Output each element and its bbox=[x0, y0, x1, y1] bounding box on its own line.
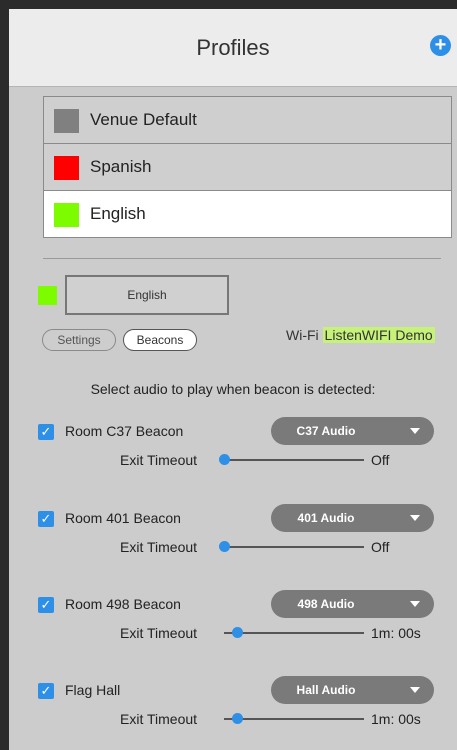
exit-timeout-slider[interactable] bbox=[224, 459, 364, 461]
audio-dropdown-value: C37 Audio bbox=[296, 424, 356, 438]
audio-dropdown[interactable]: C37 Audio bbox=[271, 417, 434, 445]
beacon-name: Room 498 Beacon bbox=[65, 596, 181, 612]
profile-color-swatch bbox=[54, 203, 79, 227]
exit-timeout-slider[interactable] bbox=[224, 632, 364, 634]
divider bbox=[43, 258, 441, 259]
chevron-down-icon bbox=[410, 515, 420, 521]
chevron-down-icon bbox=[410, 428, 420, 434]
exit-timeout-value: 1m: 00s bbox=[371, 711, 421, 727]
beacon-instruction: Select audio to play when beacon is dete… bbox=[90, 381, 376, 397]
profiles-panel: Profiles + Venue Default Spanish English… bbox=[9, 9, 457, 750]
exit-timeout-label: Exit Timeout bbox=[120, 452, 198, 468]
slider-thumb[interactable] bbox=[219, 541, 230, 552]
chevron-down-icon bbox=[410, 687, 420, 693]
exit-timeout-label: Exit Timeout bbox=[120, 539, 198, 555]
wifi-network-name: ListenWIFI Demo bbox=[322, 327, 435, 343]
profile-label: Spanish bbox=[90, 157, 152, 176]
beacon-name: Flag Hall bbox=[65, 682, 121, 698]
chevron-down-icon bbox=[410, 601, 420, 607]
audio-dropdown-value: 498 Audio bbox=[297, 597, 355, 611]
slider-thumb[interactable] bbox=[232, 627, 243, 638]
beacon-row: ✓ Room C37 Beacon C37 Audio Exit Timeout… bbox=[9, 417, 457, 492]
profile-label: Venue Default bbox=[90, 110, 197, 129]
header: Profiles + bbox=[9, 9, 457, 87]
profile-label: English bbox=[90, 204, 146, 223]
page-title: Profiles bbox=[196, 35, 270, 60]
exit-timeout-label: Exit Timeout bbox=[120, 625, 198, 641]
exit-timeout-slider[interactable] bbox=[224, 718, 364, 720]
audio-dropdown-value: Hall Audio bbox=[296, 683, 356, 697]
beacon-row: ✓ Flag Hall Hall Audio Exit Timeout 1m: … bbox=[9, 676, 457, 750]
profile-color-swatch bbox=[54, 156, 79, 180]
current-profile-color-swatch[interactable] bbox=[38, 286, 57, 305]
slider-thumb[interactable] bbox=[219, 454, 230, 465]
beacon-row: ✓ Room 401 Beacon 401 Audio Exit Timeout… bbox=[9, 504, 457, 579]
exit-timeout-value: Off bbox=[371, 539, 390, 555]
wifi-label: Wi-Fi bbox=[286, 327, 319, 343]
beacon-name: Room 401 Beacon bbox=[65, 510, 181, 526]
slider-thumb[interactable] bbox=[232, 713, 243, 724]
tab-settings[interactable]: Settings bbox=[42, 329, 116, 351]
audio-dropdown[interactable]: 498 Audio bbox=[271, 590, 434, 618]
audio-dropdown-value: 401 Audio bbox=[297, 511, 355, 525]
profile-item-spanish[interactable]: Spanish bbox=[44, 144, 451, 191]
exit-timeout-label: Exit Timeout bbox=[120, 711, 198, 727]
beacon-checkbox[interactable]: ✓ bbox=[38, 424, 54, 440]
profile-item-venue-default[interactable]: Venue Default bbox=[44, 97, 451, 144]
profile-color-swatch bbox=[54, 109, 79, 133]
beacon-checkbox[interactable]: ✓ bbox=[38, 683, 54, 699]
exit-timeout-value: 1m: 00s bbox=[371, 625, 421, 641]
exit-timeout-slider[interactable] bbox=[224, 546, 364, 548]
wifi-status: Wi-Fi ListenWIFI Demo bbox=[286, 327, 435, 343]
tab-beacons[interactable]: Beacons bbox=[123, 329, 197, 351]
window-frame-top bbox=[0, 0, 457, 9]
plus-circle-icon[interactable]: + bbox=[430, 35, 451, 56]
exit-timeout-value: Off bbox=[371, 452, 390, 468]
profile-item-english[interactable]: English bbox=[44, 191, 451, 237]
beacon-row: ✓ Room 498 Beacon 498 Audio Exit Timeout… bbox=[9, 590, 457, 665]
profile-name-field[interactable]: English bbox=[65, 275, 229, 315]
window-frame-left bbox=[0, 0, 9, 750]
beacon-checkbox[interactable]: ✓ bbox=[38, 511, 54, 527]
audio-dropdown[interactable]: Hall Audio bbox=[271, 676, 434, 704]
beacon-checkbox[interactable]: ✓ bbox=[38, 597, 54, 613]
audio-dropdown[interactable]: 401 Audio bbox=[271, 504, 434, 532]
profile-list: Venue Default Spanish English bbox=[43, 96, 452, 238]
beacon-name: Room C37 Beacon bbox=[65, 423, 184, 439]
